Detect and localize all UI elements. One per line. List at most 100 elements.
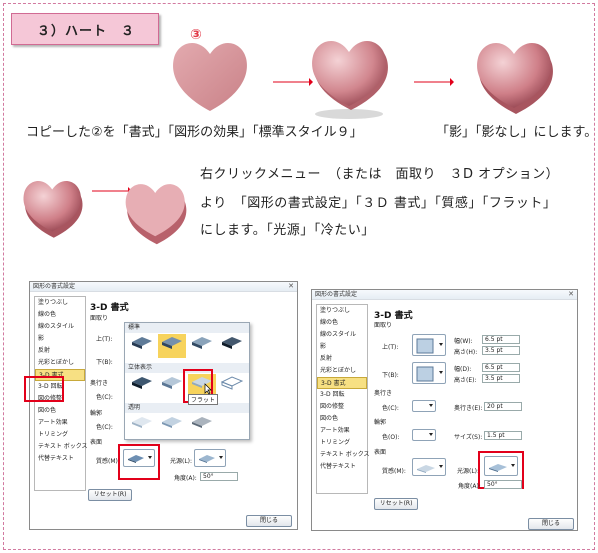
category-list: 塗りつぶし 線の色 線のスタイル 影 反射 光彩とぼかし 3-D 書式 3-D … (316, 304, 370, 494)
instruction-line-2: より 「図形の書式設定」「３Ｄ 書式」「質感」「フラット」 (200, 196, 557, 211)
heart-3d-shadow (312, 40, 388, 119)
nav-item-fill[interactable]: 塗りつぶし (317, 305, 367, 317)
bevel-bottom-dropdown[interactable] (412, 362, 446, 384)
label-light: 光源(L): (170, 458, 193, 465)
section-depth: 奥行き (90, 380, 109, 387)
nav-item-reflection[interactable]: 反射 (317, 353, 367, 365)
section-contour: 輪郭 (374, 419, 387, 426)
nav-item-artistic-effects[interactable]: アート効果 (35, 417, 85, 429)
label-angle: 角度(A): (174, 475, 197, 482)
section-contour: 輪郭 (90, 410, 103, 417)
top-width-input[interactable]: 6.5 pt (482, 335, 520, 344)
format-shape-dialog-left: 図形の書式設定 ✕ 塗りつぶし 線の色 線のスタイル 影 反射 光彩とぼかし 3… (24, 281, 298, 530)
label-top: 上(T): (382, 344, 399, 351)
label-color: 色(C): (96, 394, 113, 401)
nav-item-alt-text[interactable]: 代替テキスト (35, 453, 85, 465)
label-material: 質感(M): (382, 468, 406, 475)
label-width: 幅(D): (454, 366, 472, 373)
nav-item-picture-color[interactable]: 図の色 (35, 405, 85, 417)
nav-item-line-style[interactable]: 線のスタイル (35, 321, 85, 333)
section-bevel: 面取り (90, 315, 109, 322)
bottom-width-input[interactable]: 6.5 pt (482, 363, 520, 372)
label-width: 幅(W): (454, 338, 473, 345)
nav-item-line-color[interactable]: 線の色 (317, 317, 367, 329)
light-dropdown[interactable] (194, 449, 226, 467)
contour-color-dropdown[interactable] (412, 429, 436, 441)
dialog-title: 図形の書式設定 (30, 282, 297, 292)
swatch-clear[interactable] (162, 417, 182, 428)
nav-item-alt-text[interactable]: 代替テキスト (317, 461, 367, 473)
nav-item-reflection[interactable]: 反射 (35, 345, 85, 357)
section-surface: 表面 (374, 449, 387, 456)
close-icon[interactable]: ✕ (288, 282, 294, 290)
nav-item-line-color[interactable]: 線の色 (35, 309, 85, 321)
nav-item-glow[interactable]: 光彩とぼかし (35, 357, 85, 369)
nav-item-fill[interactable]: 塗りつぶし (35, 297, 85, 309)
nav-item-3d-format[interactable]: 3-D 書式 (317, 377, 367, 389)
size-input[interactable]: 1.5 pt (484, 431, 522, 440)
reset-button[interactable]: リセット(R) (88, 489, 132, 501)
bottom-height-input[interactable]: 3.5 pt (482, 374, 520, 383)
flat-tooltip: フラット (188, 394, 219, 405)
reset-button[interactable]: リセット(R) (374, 498, 418, 510)
highlight-material (118, 444, 160, 480)
label-height: 高さ(E): (454, 377, 477, 384)
arrow-right (414, 78, 454, 86)
heart-3d-no-shadow (477, 42, 553, 114)
swatch-plastic[interactable] (192, 337, 212, 349)
material-dropdown[interactable] (412, 458, 446, 476)
swatch-wireframe[interactable] (220, 376, 244, 390)
close-button[interactable]: 閉じる (246, 515, 292, 527)
nav-item-picture-color[interactable]: 図の色 (317, 413, 367, 425)
top-height-input[interactable]: 3.5 pt (482, 346, 520, 355)
nav-item-line-style[interactable]: 線のスタイル (317, 329, 367, 341)
nav-item-glow[interactable]: 光彩とぼかし (317, 365, 367, 377)
close-icon[interactable]: ✕ (568, 290, 574, 298)
section-surface: 表面 (90, 439, 103, 446)
heart-3d-before (23, 180, 83, 238)
format-shape-dialog-right: 図形の書式設定 ✕ 塗りつぶし 線の色 線のスタイル 影 反射 光彩とぼかし 3… (311, 289, 578, 531)
label-color: 色(C): (96, 424, 113, 431)
nav-item-shadow[interactable]: 影 (317, 341, 367, 353)
material-preview-icon (417, 465, 435, 473)
label-angle: 角度(A): (458, 483, 481, 490)
swatch-powder[interactable] (132, 417, 152, 428)
section-bevel: 面取り (374, 322, 393, 329)
label-bottom: 下(B): (382, 372, 399, 379)
label-top: 上(T): (96, 336, 113, 343)
label-size: サイズ(S): (454, 434, 483, 441)
nav-item-crop[interactable]: トリミング (35, 429, 85, 441)
main-heading: 3-D 書式 (90, 303, 129, 313)
label-height: 高さ(H): (454, 349, 478, 356)
bevel-preview-icon (416, 338, 434, 354)
angle-input[interactable]: 50° (484, 480, 522, 489)
nav-item-text-box[interactable]: テキスト ボックス (35, 441, 88, 453)
swatch-translucent-powder[interactable] (192, 417, 212, 428)
bevel-top-dropdown[interactable] (412, 334, 446, 356)
heart-3d-flat (125, 184, 187, 245)
highlight-3d-format (24, 376, 64, 402)
caption-copy: コピーした②を「書式」「図形の効果」「標準スタイル９」 (26, 125, 363, 140)
light-preview-icon (199, 455, 215, 463)
close-button[interactable]: 閉じる (528, 518, 574, 530)
nav-item-3d-rotation[interactable]: 3-D 回転 (317, 389, 367, 401)
swatch-soft-edge[interactable] (162, 377, 182, 389)
depth-input[interactable]: 20 pt (484, 402, 522, 411)
label-light: 光源(L): (457, 468, 480, 475)
nav-item-picture-corrections[interactable]: 図の修整 (317, 401, 367, 413)
heart-flat (173, 42, 247, 111)
label-bottom: 下(B): (96, 359, 113, 366)
swatch-dark-edge[interactable] (132, 377, 152, 389)
angle-input[interactable]: 50° (200, 472, 238, 481)
nav-item-crop[interactable]: トリミング (317, 437, 367, 449)
nav-item-artistic-effects[interactable]: アート効果 (317, 425, 367, 437)
nav-item-shadow[interactable]: 影 (35, 333, 85, 345)
label-color: 色(C): (382, 405, 399, 412)
nav-item-text-box[interactable]: テキスト ボックス (317, 449, 370, 461)
swatch-metal[interactable] (222, 337, 242, 349)
swatch-matte[interactable] (132, 337, 152, 349)
depth-color-dropdown[interactable] (412, 400, 436, 412)
bevel-preview-icon (416, 366, 434, 382)
label-material: 質感(M): (96, 458, 120, 465)
section-header: ３）ハート ３ (11, 13, 159, 45)
